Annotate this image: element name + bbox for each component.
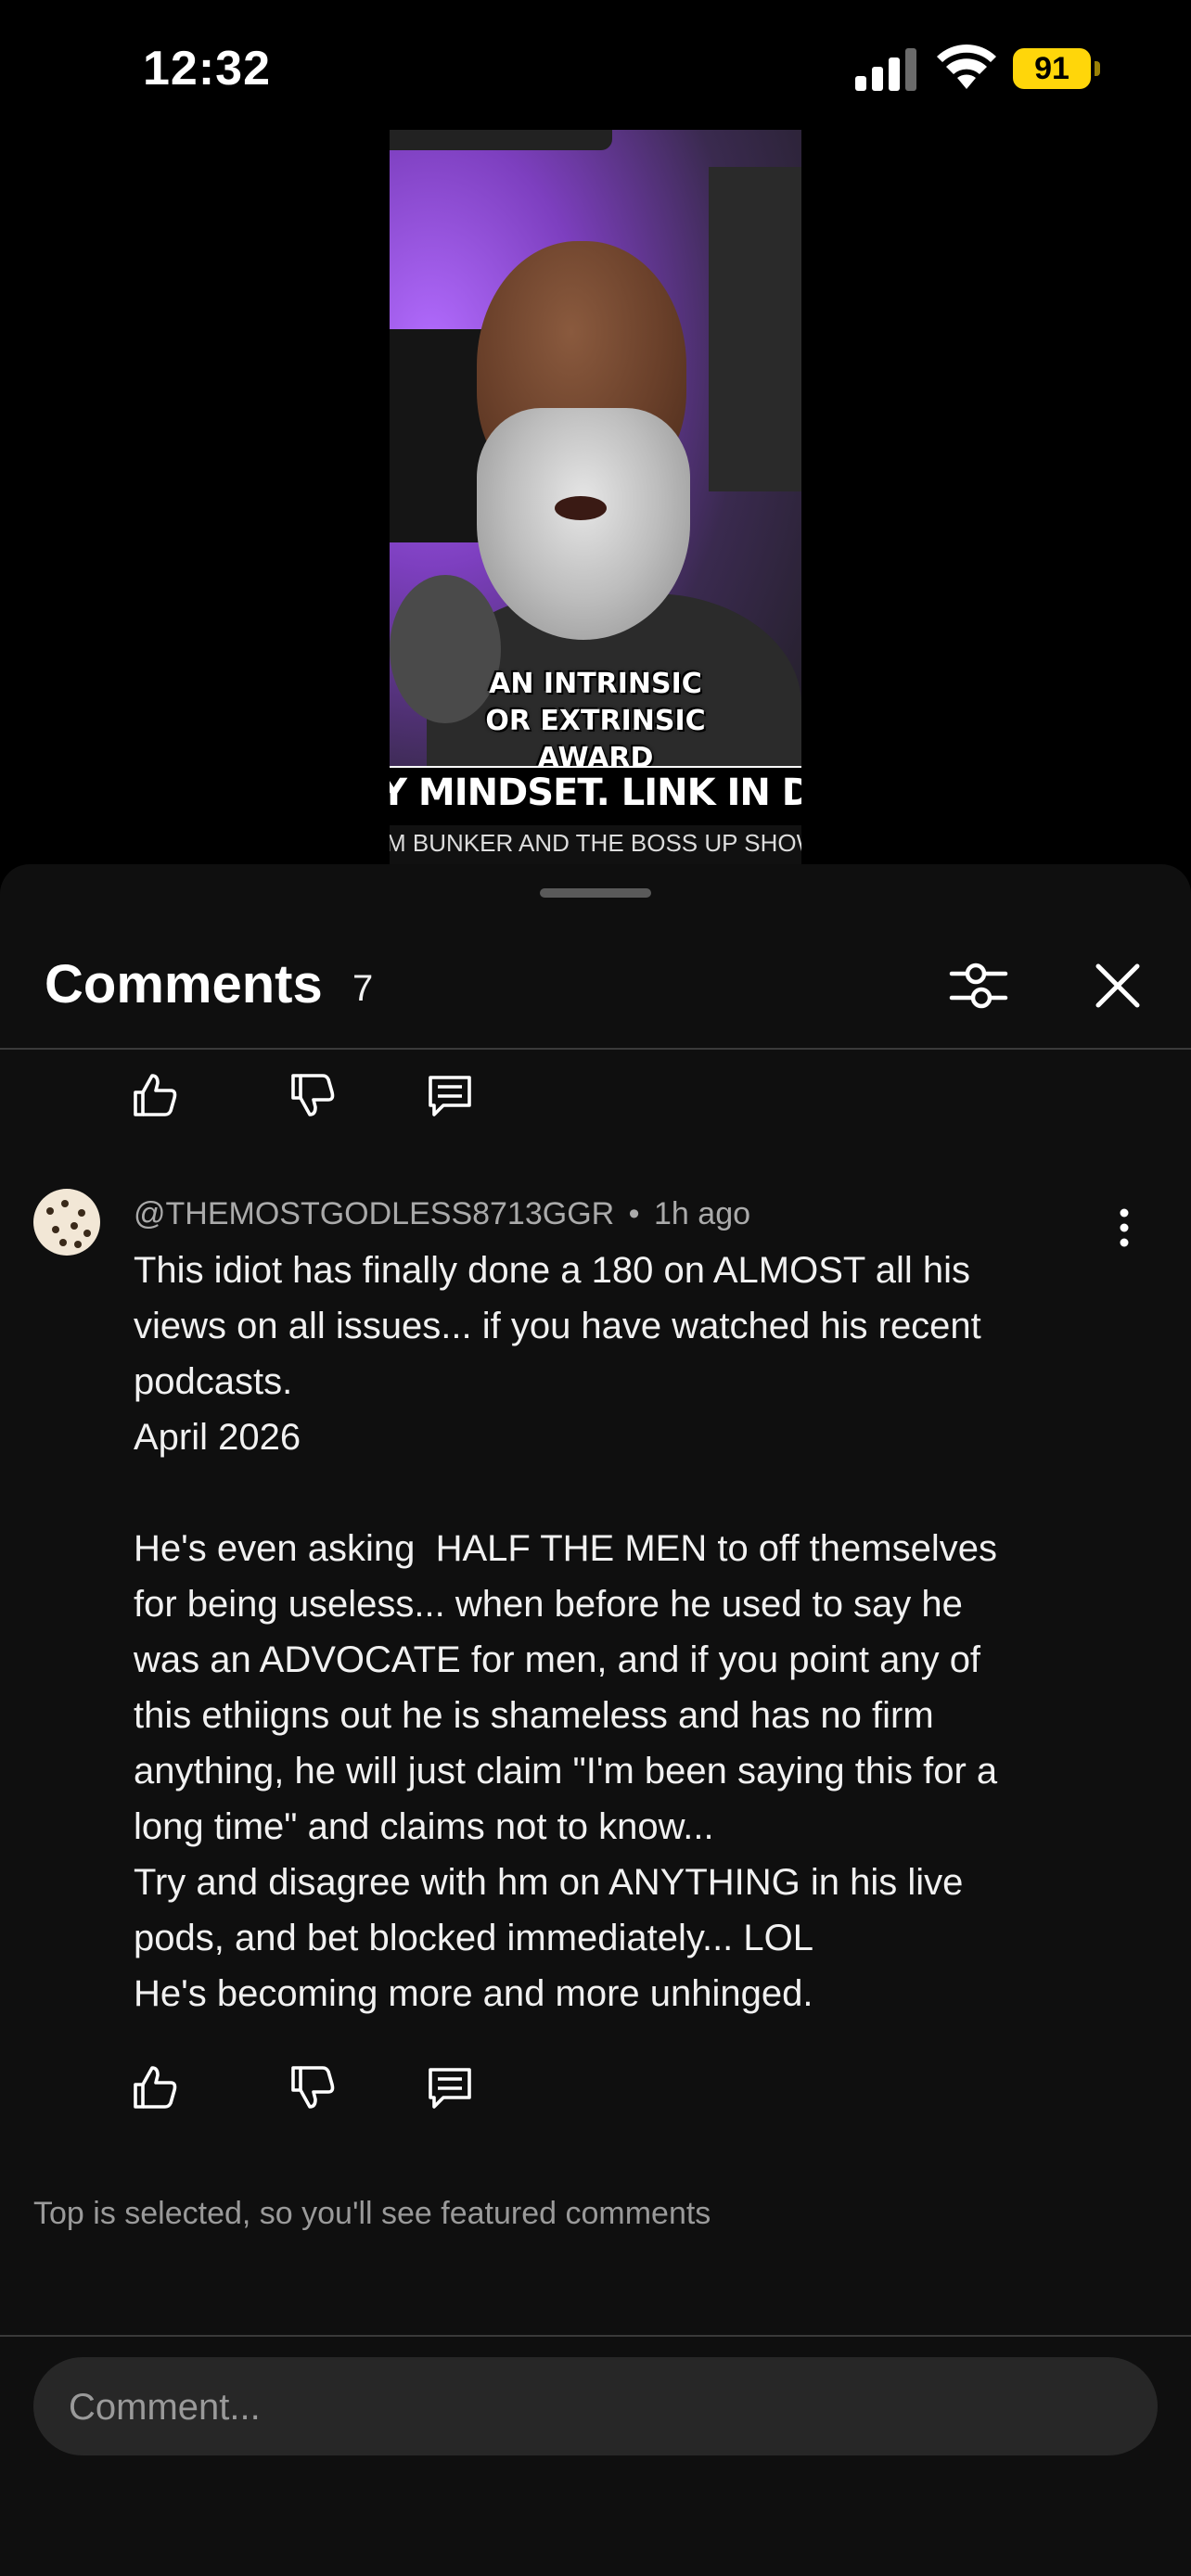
- battery-level: 91: [1013, 48, 1091, 89]
- battery-icon: 91: [1013, 48, 1102, 89]
- kebab-menu-icon[interactable]: [1106, 1202, 1143, 1257]
- sliders-icon[interactable]: [948, 955, 1009, 1016]
- comment-input[interactable]: [67, 2357, 1128, 2457]
- comment-author[interactable]: @THEMOSTGODLESS8713GGR: [134, 1196, 614, 1231]
- thumbs-up-icon[interactable]: [130, 1070, 180, 1120]
- comment-meta: @THEMOSTGODLESS8713GGR • 1h ago: [134, 1196, 750, 1232]
- reply-bubble-icon[interactable]: [425, 2062, 475, 2112]
- thumbs-down-icon[interactable]: [288, 2062, 338, 2112]
- comments-title: Comments: [45, 954, 323, 1014]
- meta-separator: •: [628, 1196, 640, 1231]
- comments-header: Comments 7: [0, 920, 1191, 1050]
- sort-info-note: Top is selected, so you'll see featured …: [33, 2196, 711, 2231]
- status-bar: 12:32 91: [0, 0, 1191, 130]
- video-subtitle-overlay: M BUNKER AND THE BOSS UP SHOW: [390, 825, 801, 864]
- status-time: 12:32: [143, 42, 271, 96]
- sheet-drag-handle[interactable]: [540, 888, 651, 898]
- reply-bubble-icon[interactable]: [425, 1070, 475, 1120]
- thumbs-up-icon[interactable]: [130, 2062, 180, 2112]
- close-icon[interactable]: [1089, 957, 1146, 1014]
- video-title-overlay: Y MINDSET. LINK IN DESCRIPTION: [390, 766, 801, 827]
- video-caption: AN INTRINSIC OR EXTRINSIC AWARD: [485, 668, 706, 774]
- comment-actions-previous: [0, 1070, 1191, 1126]
- wifi-icon: [937, 45, 996, 89]
- avatar[interactable]: [33, 1189, 100, 1256]
- divider: [0, 2335, 1191, 2337]
- comment-text: This idiot has finally done a 180 on ALM…: [134, 1250, 998, 2014]
- video-player[interactable]: AN INTRINSIC OR EXTRINSIC AWARD Y MINDSE…: [390, 130, 801, 864]
- comments-count: 7: [352, 968, 374, 1009]
- comment-composer[interactable]: [33, 2357, 1158, 2457]
- comment-actions: [0, 2062, 1191, 2118]
- comments-sheet: Comments 7 @THEMOSTGODLESS8713GGR • 1h a…: [0, 864, 1191, 2576]
- thumbs-down-icon[interactable]: [288, 1070, 338, 1120]
- comment-time: 1h ago: [654, 1196, 751, 1231]
- cellular-signal-icon: [855, 48, 916, 91]
